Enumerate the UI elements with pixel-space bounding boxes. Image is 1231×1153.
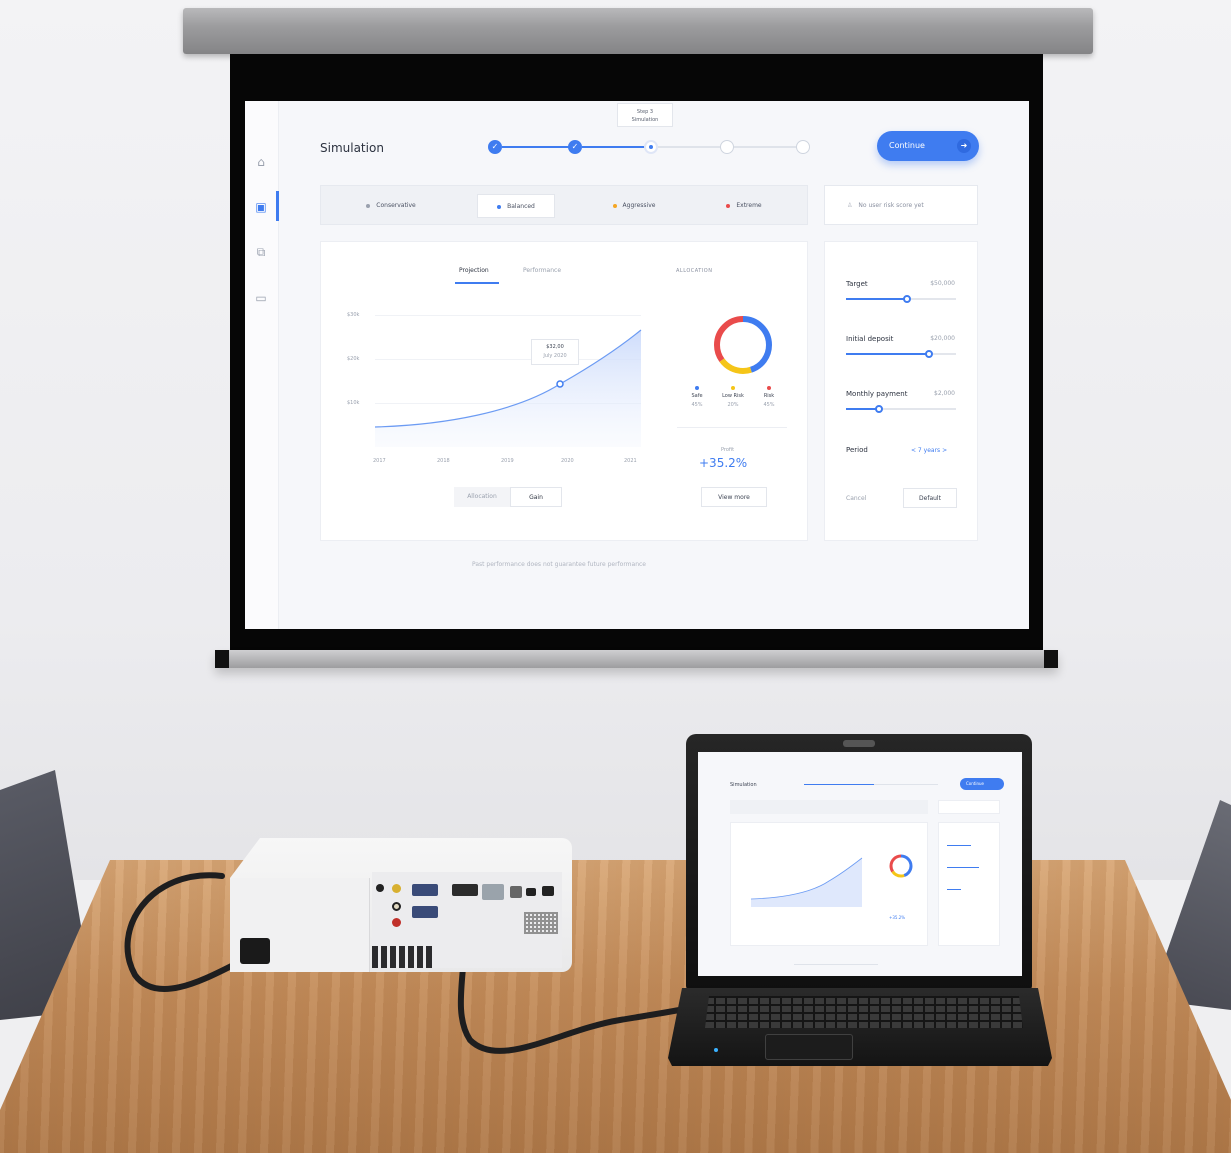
mini-area-fill [751, 858, 862, 907]
mini-continue-button[interactable]: Continue [960, 778, 1004, 790]
mini-risk-selector [730, 800, 928, 814]
power-inlet [240, 938, 270, 964]
cables [124, 872, 693, 1054]
usb-port[interactable] [542, 886, 554, 896]
laptop-touchpad [765, 1034, 853, 1060]
vga-port[interactable] [412, 906, 438, 918]
lan-port[interactable] [510, 886, 522, 898]
mini-page-title: Simulation [730, 782, 757, 788]
mini-projection-card: +35.2% [730, 822, 928, 946]
mini-disclaimer [794, 964, 878, 965]
laptop-screen: Simulation Continue +35.2% [698, 752, 1022, 976]
mini-stepper [804, 784, 874, 785]
hdmi-port[interactable] [482, 884, 504, 900]
video-port[interactable] [392, 884, 401, 893]
mini-stepper [874, 784, 938, 785]
mini-slider [947, 889, 961, 890]
laptop-led [714, 1048, 718, 1052]
mini-area-chart [751, 857, 863, 907]
projector-vent [372, 946, 434, 968]
audio-port[interactable] [392, 902, 401, 911]
audio-port[interactable] [376, 884, 384, 892]
mini-settings-card [938, 822, 1000, 946]
mini-slider [947, 867, 979, 868]
mini-donut [889, 854, 913, 878]
laptop-keyboard [705, 996, 1023, 1028]
usb-port[interactable] [526, 888, 536, 896]
vga-port[interactable] [412, 884, 438, 896]
webcam [843, 740, 875, 747]
mini-slider [947, 845, 971, 846]
mini-risk-note [938, 800, 1000, 814]
projector-grille [524, 912, 558, 934]
vga-in-port[interactable] [452, 884, 478, 896]
mini-profit-value: +35.2% [889, 915, 906, 920]
audio-port[interactable] [392, 918, 401, 927]
